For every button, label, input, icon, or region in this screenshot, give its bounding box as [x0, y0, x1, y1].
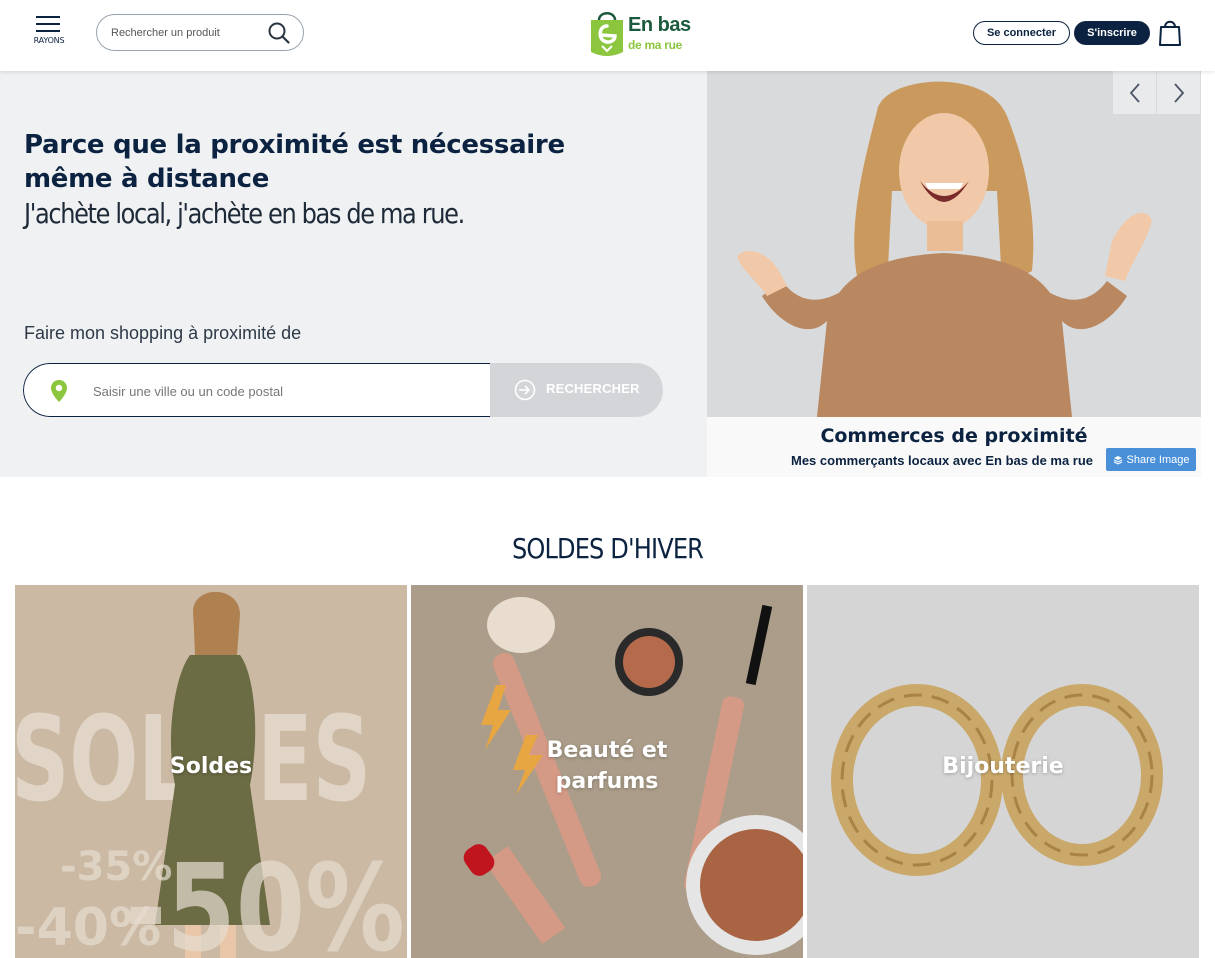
location-search-button[interactable]: RECHERCHER — [490, 363, 663, 417]
slide-caption-text-brand: En bas de ma rue — [985, 453, 1094, 468]
category-cards: SOLDES -50% -35% -40% Soldes — [15, 585, 1200, 958]
slide-caption-text-pre: Mes commerçants locaux avec — [791, 453, 986, 468]
site-logo[interactable]: En bas de ma rue — [588, 8, 698, 60]
shopping-bag-icon[interactable] — [1159, 18, 1181, 46]
slide-caption-text: Mes commerçants locaux avec En bas de ma… — [791, 453, 1093, 468]
logo-text-line2: de ma rue — [628, 38, 682, 52]
layers-icon — [1113, 455, 1122, 465]
proximity-label: Faire mon shopping à proximité de — [24, 323, 302, 343]
hamburger-icon-bar — [36, 23, 60, 25]
category-card-bijouterie[interactable]: Bijouterie — [807, 585, 1199, 958]
map-pin-icon — [51, 380, 67, 402]
location-input[interactable] — [93, 381, 473, 401]
slider-next-button[interactable] — [1157, 71, 1200, 114]
product-search-input[interactable] — [111, 24, 261, 42]
section-title: SOLDES D'HIVER — [511, 532, 704, 565]
slide-caption-title: Commerces de proximité — [820, 425, 1088, 447]
slider-prev-button[interactable] — [1113, 71, 1156, 114]
category-label-soldes: Soldes — [169, 754, 253, 779]
slider-nav — [1113, 71, 1201, 115]
category-label-beaute: Beauté et parfums — [546, 738, 668, 794]
login-button[interactable]: Se connecter — [973, 21, 1070, 45]
chevron-left-icon — [1129, 82, 1140, 103]
product-search-box — [96, 14, 304, 51]
category-label-bijouterie: Bijouterie — [942, 754, 1064, 779]
share-image-label: Share Image — [1126, 453, 1190, 466]
location-search: RECHERCHER — [23, 363, 663, 417]
site-header: RAYONS En bas de ma rue Se connecter S'i… — [0, 0, 1215, 71]
search-icon[interactable] — [267, 21, 291, 45]
hero-subtitle: J'achète local, j'achète en bas de ma ru… — [24, 197, 465, 230]
category-card-beaute[interactable]: Beauté et parfums — [411, 585, 803, 958]
hero-slider: Commerces de proximité Mes commerçants l… — [707, 71, 1201, 477]
promo-35-text: -35% — [60, 844, 172, 890]
signup-button[interactable]: S'inscrire — [1074, 21, 1150, 45]
hamburger-icon-bar — [36, 30, 60, 32]
share-image-button[interactable]: Share Image — [1106, 448, 1196, 471]
arrow-right-circle-icon — [514, 379, 536, 401]
chevron-right-icon — [1173, 82, 1184, 103]
shopping-bag-logo-icon — [591, 12, 623, 56]
logo-text-line1: En bas — [628, 14, 691, 36]
hero-title: Parce que la proximité est nécessaire mê… — [24, 130, 565, 194]
menu-label: RAYONS — [33, 36, 65, 45]
hamburger-icon — [36, 16, 60, 18]
location-field — [23, 363, 491, 417]
category-card-soldes[interactable]: SOLDES -50% -35% -40% Soldes — [15, 585, 407, 958]
location-search-label: RECHERCHER — [546, 381, 640, 396]
menu-button[interactable]: RAYONS — [33, 14, 65, 48]
promo-40-text: -40% — [15, 898, 161, 958]
hero-photo-smiling-woman — [707, 71, 1201, 417]
